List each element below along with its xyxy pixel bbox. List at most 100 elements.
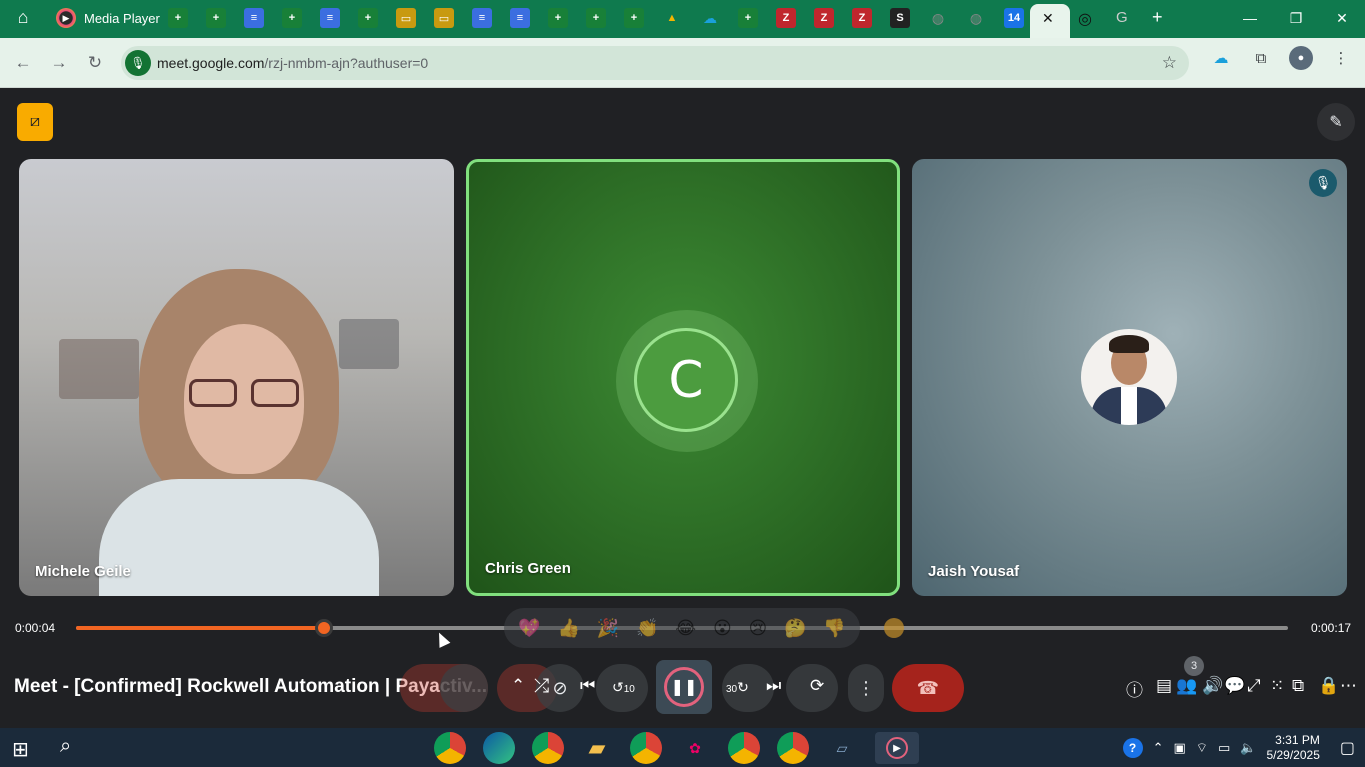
zoho-icon[interactable]: Z xyxy=(814,8,834,28)
visual-effects-off-icon[interactable]: ⧄ xyxy=(17,103,53,141)
extensions-puzzle-icon[interactable]: ⧉ xyxy=(1249,46,1273,70)
sheets-icon[interactable]: + xyxy=(586,8,606,28)
sheets-icon[interactable]: + xyxy=(282,8,302,28)
chat-icon[interactable]: 💬 xyxy=(1224,676,1245,696)
sheets-icon[interactable]: + xyxy=(738,8,758,28)
sheets-icon[interactable]: + xyxy=(548,8,568,28)
tab-icon-circle[interactable]: ◎ xyxy=(1078,9,1092,29)
reaction-emoji[interactable]: 😢 xyxy=(748,618,767,639)
clock[interactable]: 3:31 PM 5/29/2025 xyxy=(1266,733,1319,763)
windows-start-icon[interactable]: ⊞ xyxy=(12,737,29,762)
activities-icon[interactable]: ⁙ xyxy=(1270,676,1284,696)
host-controls-icon[interactable]: 🔒 xyxy=(1318,676,1339,696)
docs-icon[interactable]: ≡ xyxy=(472,8,492,28)
skip-back-icon[interactable]: ↺10 xyxy=(612,679,635,696)
chevron-up-icon[interactable]: ⌃ xyxy=(1153,740,1164,756)
home-icon[interactable]: ⌂ xyxy=(10,6,36,28)
media-player-taskbar-icon[interactable]: ▶ xyxy=(875,732,919,764)
chrome-profile-icon[interactable] xyxy=(728,732,760,764)
s-icon[interactable]: S xyxy=(890,8,910,28)
volume-icon[interactable]: 🔊 xyxy=(1202,676,1223,696)
next-icon[interactable]: ⏭ xyxy=(766,676,781,696)
reaction-emoji[interactable]: 👎 xyxy=(823,618,845,639)
sheets-icon[interactable]: + xyxy=(358,8,378,28)
reaction-emoji[interactable]: 🎉 xyxy=(597,618,619,639)
wifi-icon[interactable]: ⌔ xyxy=(1196,740,1208,756)
edge-icon[interactable] xyxy=(483,732,515,764)
sheets-icon[interactable]: + xyxy=(624,8,644,28)
participant-tile-1[interactable]: Michele Geile xyxy=(19,159,454,596)
current-time: 0:00:04 xyxy=(15,621,56,635)
notifications-icon[interactable]: ▢ xyxy=(1340,738,1355,758)
notes-icon[interactable]: ▱ xyxy=(826,732,858,764)
menu-kebab-icon[interactable]: ⋮ xyxy=(1329,46,1353,70)
salesforce-icon[interactable]: ☁ xyxy=(700,8,720,28)
drive-icon[interactable]: ▲ xyxy=(662,8,682,28)
sheets-icon[interactable]: + xyxy=(206,8,226,28)
chrome-profile-icon[interactable] xyxy=(630,732,662,764)
meet-now-icon[interactable]: ▣ xyxy=(1173,740,1185,756)
reaction-emoji[interactable]: 🤔 xyxy=(784,618,806,639)
reaction-emoji[interactable]: 😮 xyxy=(713,618,732,639)
new-tab-icon[interactable]: + xyxy=(1152,7,1163,28)
globe-icon[interactable]: ◍ xyxy=(966,8,986,28)
chrome-profile-icon[interactable] xyxy=(532,732,564,764)
participant-tile-3[interactable]: 🎙 Jaish Yousaf xyxy=(912,159,1347,596)
previous-icon[interactable]: ⏮ xyxy=(580,676,595,696)
forward-icon[interactable]: → xyxy=(48,52,70,74)
microphone-icon[interactable]: 🎙 xyxy=(125,50,151,76)
reaction-emoji[interactable]: 👍 xyxy=(558,618,580,639)
volume-icon[interactable]: 🔈 xyxy=(1240,740,1256,756)
zoho-icon[interactable]: Z xyxy=(776,8,796,28)
calendar-icon[interactable]: 14 xyxy=(1004,8,1024,28)
more-icon[interactable]: ⋯ xyxy=(1340,676,1357,696)
help-icon[interactable]: ? xyxy=(1122,737,1143,758)
back-icon[interactable]: ← xyxy=(12,52,34,74)
file-explorer-icon[interactable]: ▰ xyxy=(581,732,613,764)
hang-up-button[interactable]: ☎ xyxy=(892,664,964,712)
repeat-off-icon[interactable]: ⟳ xyxy=(810,676,824,696)
search-icon[interactable]: ⌕ xyxy=(60,735,71,758)
reaction-emoji[interactable]: 👏 xyxy=(636,618,658,639)
docs-icon[interactable]: ≡ xyxy=(244,8,264,28)
pause-button[interactable]: ❚❚ xyxy=(656,660,712,714)
chrome-profile-icon[interactable] xyxy=(777,732,809,764)
bookmark-star-icon[interactable]: ☆ xyxy=(1162,53,1177,73)
google-icon[interactable]: G xyxy=(1116,9,1128,26)
fullscreen-icon[interactable]: ⤢ xyxy=(1247,676,1261,696)
edit-pen-icon[interactable]: ✎ xyxy=(1317,103,1355,141)
zoho-icon[interactable]: Z xyxy=(852,8,872,28)
reaction-emoji[interactable]: 💖 xyxy=(518,618,540,639)
shuffle-icon[interactable]: ⤮ xyxy=(534,676,549,698)
more-options-button[interactable]: ⋮ xyxy=(848,664,884,712)
slides-icon[interactable]: ▭ xyxy=(396,8,416,28)
restore-icon[interactable]: ❐ xyxy=(1273,0,1319,36)
minimize-icon[interactable]: — xyxy=(1227,0,1273,36)
sheets-icon[interactable]: + xyxy=(168,8,188,28)
salesforce-extension-icon[interactable]: ☁ xyxy=(1209,46,1233,70)
battery-icon[interactable]: ▭ xyxy=(1218,740,1230,756)
reaction-bar: 💖 👍 🎉 👏 😂 😮 😢 🤔 👎 xyxy=(504,608,860,648)
meet-mic-options-button[interactable] xyxy=(440,664,488,712)
docs-icon[interactable]: ≡ xyxy=(320,8,340,28)
paint-icon[interactable]: ✿ xyxy=(679,732,711,764)
info-icon[interactable]: ⓘ xyxy=(1126,676,1143,701)
slides-icon[interactable]: ▭ xyxy=(434,8,454,28)
subtitles-icon[interactable]: ▤ xyxy=(1156,676,1172,696)
globe-icon[interactable]: ◍ xyxy=(928,8,948,28)
reaction-emoji[interactable]: 😂 xyxy=(675,618,696,639)
omnibox[interactable]: 🎙 meet.google.com/rzj-nmbm-ajn?authuser=… xyxy=(121,46,1189,80)
profile-avatar[interactable]: ● xyxy=(1289,46,1313,70)
close-tab-icon[interactable]: ✕ xyxy=(1042,10,1054,27)
chevron-up-icon[interactable]: ⌃ xyxy=(511,676,525,696)
docs-icon[interactable]: ≡ xyxy=(510,8,530,28)
close-window-icon[interactable]: ✕ xyxy=(1319,0,1365,36)
miniplayer-icon[interactable]: ⧉ xyxy=(1292,676,1304,696)
reload-icon[interactable]: ↻ xyxy=(84,52,106,74)
chrome-icon[interactable] xyxy=(434,732,466,764)
participant-tile-2[interactable]: C Chris Green xyxy=(466,159,900,596)
people-icon[interactable]: 👥 xyxy=(1176,676,1197,696)
raise-hand-icon[interactable] xyxy=(884,618,904,638)
skip-forward-icon[interactable]: 30↻ xyxy=(726,679,749,696)
url-text[interactable]: meet.google.com/rzj-nmbm-ajn?authuser=0 xyxy=(157,55,428,71)
